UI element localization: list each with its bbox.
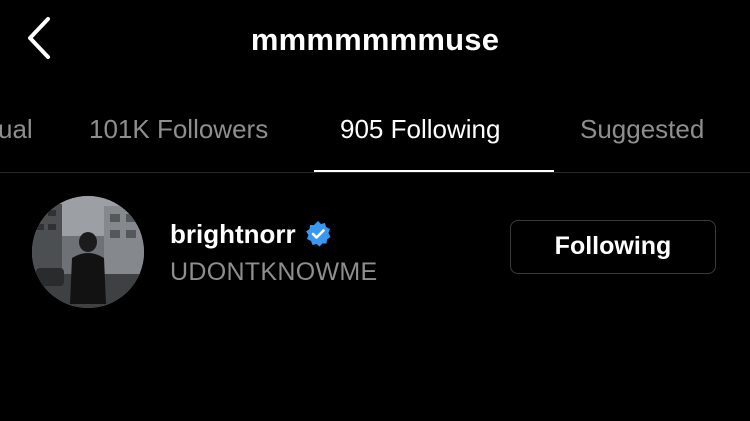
following-button[interactable]: Following	[510, 220, 716, 274]
tab-bar: ual 101K Followers 905 Following Suggest…	[0, 96, 750, 173]
tab-followers[interactable]: 101K Followers	[89, 96, 268, 172]
username[interactable]: brightnorr	[170, 219, 296, 250]
tab-mutual[interactable]: ual	[0, 96, 33, 172]
username-line: brightnorr	[170, 218, 332, 250]
tab-suggested[interactable]: Suggested	[580, 96, 704, 172]
full-name: UDONTKNOWME	[170, 258, 378, 286]
header: mmmmmmmuse	[0, 0, 750, 84]
tab-following[interactable]: 905 Following	[340, 96, 500, 172]
page-title: mmmmmmmuse	[250, 22, 500, 57]
verified-badge-icon	[305, 221, 331, 247]
active-tab-indicator	[314, 170, 554, 172]
avatar[interactable]	[32, 196, 144, 308]
profile-photo	[32, 196, 144, 308]
list-item[interactable]: brightnorr UDONTKNOWME Following	[0, 190, 750, 310]
